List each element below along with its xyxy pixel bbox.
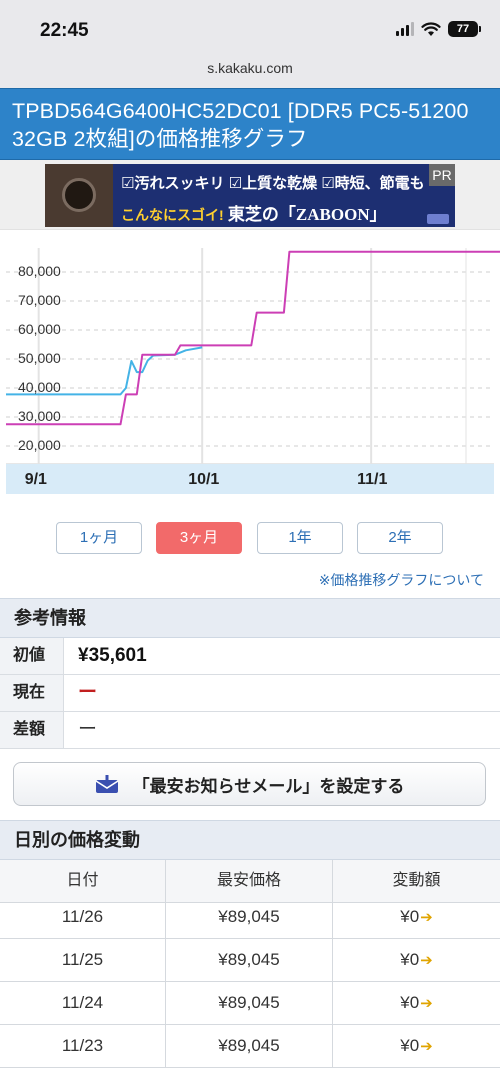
ad-area: ☑汚れスッキリ ☑上質な乾燥 ☑時短、節電も こんなにスゴイ! 東芝の「ZABO… <box>0 160 500 230</box>
ad-sponsor-logo <box>427 214 449 224</box>
price-series-line-2 <box>6 250 500 426</box>
y-tick-label: 50,000 <box>18 350 61 366</box>
table-row: 11/24 ¥89,045 ¥0➔ <box>0 982 500 1025</box>
x-tick-label: 9/1 <box>24 471 47 488</box>
arrow-right-icon: ➔ <box>420 1038 433 1055</box>
row-change: ¥0➔ <box>333 1025 500 1067</box>
y-tick-label: 60,000 <box>18 321 61 337</box>
washing-machine-image <box>45 164 113 227</box>
table-row: 11/26 ¥89,045 ¥0➔ <box>0 896 500 939</box>
row-change: ¥0➔ <box>333 939 500 981</box>
y-tick-label: 30,000 <box>18 408 61 424</box>
y-tick-label: 20,000 <box>18 437 61 453</box>
row-price: ¥89,045 <box>166 939 333 981</box>
price-alert-mail-button[interactable]: 「最安お知らせメール」を設定する <box>13 762 486 806</box>
table-row: 11/25 ¥89,045 ¥0➔ <box>0 939 500 982</box>
reference-heading: 参考情報 <box>0 598 500 638</box>
price-chart: 80,000 70,000 60,000 50,000 40,000 30,000 20,0… <box>0 230 500 498</box>
row-date: 11/25 <box>0 939 166 981</box>
row-change-value: ¥0 <box>400 1036 420 1055</box>
period-2-year-button[interactable]: 2年 <box>357 522 443 554</box>
wifi-icon <box>421 21 441 36</box>
reference-row-initial: 初値 ¥35,601 <box>0 638 500 675</box>
y-tick-label: 70,000 <box>18 292 61 308</box>
period-1-year-button[interactable]: 1年 <box>257 522 343 554</box>
ad-banner[interactable]: ☑汚れスッキリ ☑上質な乾燥 ☑時短、節電も こんなにスゴイ! 東芝の「ZABO… <box>45 164 455 227</box>
current-price-value: ー <box>78 682 98 703</box>
ad-headline: ☑汚れスッキリ ☑上質な乾燥 ☑時短、節電も <box>121 175 425 192</box>
reference-label: 差額 <box>0 712 64 748</box>
cellular-signal-icon <box>396 22 414 36</box>
row-price: ¥89,045 <box>166 1025 333 1067</box>
x-tick-label: 11/1 <box>357 471 388 488</box>
period-selector: 1ヶ月 3ヶ月 1年 2年 <box>0 522 500 554</box>
row-change-value: ¥0 <box>400 950 420 969</box>
status-time: 22:45 <box>40 20 89 41</box>
row-change-value: ¥0 <box>400 907 420 926</box>
browser-top-bar: 22:45 77 s.kakaku.com <box>0 0 500 88</box>
diff-value: ー <box>78 719 98 740</box>
row-change: ¥0➔ <box>333 982 500 1024</box>
y-tick-label: 80,000 <box>18 263 61 279</box>
y-tick-label: 40,000 <box>18 379 61 395</box>
ad-subline-brand: 東芝の「ZABOON」 <box>223 205 387 224</box>
mail-button-label: 「最安お知らせメール」を設定する <box>132 776 405 796</box>
initial-price-value: ¥35,601 <box>78 645 147 666</box>
mail-download-icon <box>95 775 119 793</box>
ad-subline: こんなにスゴイ! 東芝の「ZABOON」 <box>121 200 387 225</box>
x-tick-label: 10/1 <box>188 471 220 488</box>
row-date: 11/26 <box>0 896 166 938</box>
reference-label: 現在 <box>0 675 64 711</box>
page-title: TPBD564G6400HC52DC01 [DDR5 PC5-51200 32G… <box>0 88 500 160</box>
period-1-month-button[interactable]: 1ヶ月 <box>56 522 142 554</box>
table-row: 11/23 ¥89,045 ¥0➔ <box>0 1025 500 1068</box>
arrow-right-icon: ➔ <box>420 952 433 969</box>
row-date: 11/23 <box>0 1025 166 1067</box>
row-date: 11/24 <box>0 982 166 1024</box>
battery-icon: 77 <box>448 21 481 37</box>
row-price: ¥89,045 <box>166 982 333 1024</box>
graph-about-link[interactable]: ※価格推移グラフについて <box>319 570 484 590</box>
row-change: ¥0➔ <box>333 896 500 938</box>
status-icons: 77 <box>396 21 481 37</box>
row-price: ¥89,045 <box>166 896 333 938</box>
period-3-month-button[interactable]: 3ヶ月 <box>156 522 242 554</box>
ad-subline-yellow: こんなにスゴイ! <box>121 207 224 223</box>
arrow-right-icon: ➔ <box>420 909 433 926</box>
url-bar[interactable]: s.kakaku.com <box>0 60 500 76</box>
price-chart-plot <box>6 248 500 465</box>
row-change-value: ¥0 <box>400 993 420 1012</box>
daily-heading: 日別の価格変動 <box>0 820 500 860</box>
x-axis-band: 9/1 10/1 11/1 <box>6 464 494 494</box>
reference-row-diff: 差額 ー <box>0 712 500 749</box>
reference-label: 初値 <box>0 638 64 674</box>
reference-row-current: 現在 ー <box>0 675 500 712</box>
ad-pr-badge: PR <box>429 164 455 186</box>
arrow-right-icon: ➔ <box>420 995 433 1012</box>
